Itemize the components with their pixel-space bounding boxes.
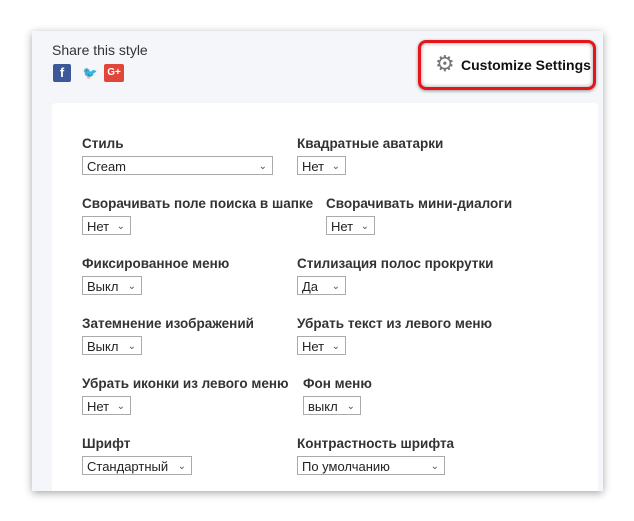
chevron-down-icon: ⌄ (331, 341, 340, 352)
setting-label: Контрастность шрифта (297, 436, 455, 451)
chevron-down-icon: ⌄ (116, 221, 125, 232)
chevron-down-icon: ⌄ (258, 161, 267, 172)
setting-label: Стиль (82, 136, 124, 151)
setting-select[interactable]: Нет ⌄ (326, 216, 375, 235)
setting-field: Сворачивать поле поиска в шапке Нет ⌄ (82, 196, 313, 235)
selected-value: Выкл (87, 339, 119, 354)
selected-value: Cream (87, 159, 127, 174)
setting-select[interactable]: Cream ⌄ (82, 156, 273, 175)
google-plus-icon[interactable]: G+ (104, 64, 124, 82)
selected-value: Нет (302, 339, 325, 354)
chevron-down-icon: ⌄ (331, 161, 340, 172)
setting-label: Сворачивать мини-диалоги (326, 196, 513, 211)
setting-select[interactable]: По умолчанию ⌄ (297, 456, 445, 475)
chevron-down-icon: ⌄ (127, 281, 136, 292)
setting-select[interactable]: Стандартный ⌄ (82, 456, 192, 475)
setting-field: Фиксированное меню Выкл ⌄ (82, 256, 229, 295)
chevron-down-icon: ⌄ (430, 461, 439, 472)
setting-select[interactable]: Нет ⌄ (82, 396, 131, 415)
chevron-down-icon: ⌄ (177, 461, 186, 472)
chevron-down-icon: ⌄ (127, 341, 136, 352)
setting-label: Шрифт (82, 436, 131, 451)
setting-select[interactable]: Да ⌄ (297, 276, 346, 295)
selected-value: Нет (331, 219, 354, 234)
selected-value: Нет (87, 399, 110, 414)
setting-field: Стилизация полос прокрутки Да ⌄ (297, 256, 493, 295)
twitter-icon[interactable]: 🐦 (81, 64, 99, 82)
setting-field: Убрать иконки из левого меню Нет ⌄ (82, 376, 289, 415)
setting-select[interactable]: Выкл ⌄ (82, 336, 142, 355)
selected-value: По умолчанию (302, 459, 390, 474)
selected-value: Стандартный (87, 459, 169, 474)
customize-settings-label: Customize Settings (461, 57, 591, 73)
setting-select[interactable]: Нет ⌄ (297, 156, 346, 175)
selected-value: Нет (87, 219, 110, 234)
facebook-icon[interactable]: f (53, 64, 71, 82)
setting-field: Стиль Cream ⌄ (82, 136, 273, 175)
setting-field: Убрать текст из левого меню Нет ⌄ (297, 316, 492, 355)
chevron-down-icon: ⌄ (346, 401, 355, 412)
customize-settings-button[interactable]: ⚙ Customize Settings (418, 40, 596, 90)
setting-select[interactable]: Нет ⌄ (82, 216, 131, 235)
setting-label: Квадратные аватарки (297, 136, 444, 151)
setting-label: Убрать иконки из левого меню (82, 376, 289, 391)
setting-select[interactable]: Выкл ⌄ (82, 276, 142, 295)
chevron-down-icon: ⌄ (360, 221, 369, 232)
setting-label: Убрать текст из левого меню (297, 316, 493, 331)
selected-value: Нет (302, 159, 325, 174)
setting-label: Фиксированное меню (82, 256, 230, 271)
share-label: Share this style (52, 42, 148, 58)
setting-field: Сворачивать мини-диалоги Нет ⌄ (326, 196, 512, 235)
selected-value: Да (302, 279, 319, 294)
chevron-down-icon: ⌄ (116, 401, 125, 412)
setting-label: Фон меню (303, 376, 372, 391)
setting-select[interactable]: выкл ⌄ (303, 396, 361, 415)
selected-value: Выкл (87, 279, 119, 294)
setting-field: Фон меню выкл ⌄ (303, 376, 372, 415)
setting-label: Стилизация полос прокрутки (297, 256, 494, 271)
gear-icon: ⚙ (435, 51, 455, 76)
setting-label: Сворачивать поле поиска в шапке (82, 196, 314, 211)
setting-field: Квадратные аватарки Нет ⌄ (297, 136, 443, 175)
setting-field: Контрастность шрифта По умолчанию ⌄ (297, 436, 454, 475)
chevron-down-icon: ⌄ (331, 281, 340, 292)
setting-field: Шрифт Стандартный ⌄ (82, 436, 192, 475)
selected-value: выкл (308, 399, 338, 414)
setting-label: Затемнение изображений (82, 316, 254, 331)
setting-field: Затемнение изображений Выкл ⌄ (82, 316, 254, 355)
setting-select[interactable]: Нет ⌄ (297, 336, 346, 355)
